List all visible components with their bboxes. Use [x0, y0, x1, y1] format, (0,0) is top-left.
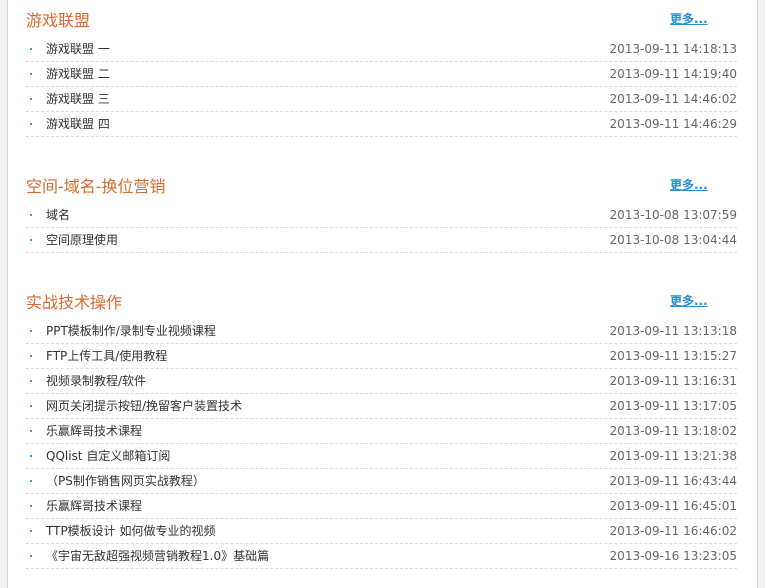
bullet-icon — [30, 430, 32, 432]
list-item[interactable]: FTP上传工具/使用教程 2013-09-11 13:15:27 — [26, 344, 737, 369]
item-time: 2013-09-11 13:17:05 — [609, 399, 737, 413]
list-item[interactable]: 《宇宙无敌超强视频营销教程1.0》基础篇 2013-09-16 13:23:05 — [26, 544, 737, 569]
item-time: 2013-09-11 14:18:13 — [609, 42, 737, 56]
item-time: 2013-09-11 13:18:02 — [609, 424, 737, 438]
more-link[interactable]: 更多... — [670, 11, 708, 27]
item-time: 2013-09-11 16:46:02 — [609, 524, 737, 538]
news-panel: 游戏联盟 更多... 游戏联盟 一 2013-09-11 14:18:13 游戏联… — [7, 0, 758, 588]
item-list: 域名 2013-10-08 13:07:59 空间原理使用 2013-10-08 1… — [26, 203, 737, 253]
bullet-icon — [30, 505, 32, 507]
bullet-icon — [30, 405, 32, 407]
list-item[interactable]: 游戏联盟 三 2013-09-11 14:46:02 — [26, 87, 737, 112]
item-title[interactable]: TTP模板设计 如何做专业的视频 — [46, 519, 216, 543]
bullet-icon — [30, 480, 32, 482]
bullet-icon — [30, 355, 32, 357]
item-title[interactable]: 视频录制教程/软件 — [46, 369, 146, 393]
item-title[interactable]: 游戏联盟 四 — [46, 112, 110, 136]
item-time: 2013-09-11 13:16:31 — [609, 374, 737, 388]
bullet-icon — [30, 555, 32, 557]
list-item[interactable]: QQlist 自定义邮箱订阅 2013-09-11 13:21:38 — [26, 444, 737, 469]
bullet-icon — [30, 330, 32, 332]
item-title[interactable]: 空间原理使用 — [46, 228, 118, 252]
list-item[interactable]: 视频录制教程/软件 2013-09-11 13:16:31 — [26, 369, 737, 394]
item-time: 2013-10-08 13:04:44 — [609, 233, 737, 247]
item-list: PPT模板制作/录制专业视频课程 2013-09-11 13:13:18 FTP上… — [26, 319, 737, 569]
item-title[interactable]: QQlist 自定义邮箱订阅 — [46, 444, 170, 468]
bullet-icon — [30, 214, 32, 216]
list-item[interactable]: 游戏联盟 四 2013-09-11 14:46:29 — [26, 112, 737, 137]
more-link[interactable]: 更多... — [670, 177, 708, 193]
item-time: 2013-09-11 14:46:29 — [609, 117, 737, 131]
item-title[interactable]: 乐赢辉哥技术课程 — [46, 419, 142, 443]
item-time: 2013-09-11 16:45:01 — [609, 499, 737, 513]
list-item[interactable]: 游戏联盟 二 2013-09-11 14:19:40 — [26, 62, 737, 87]
item-time: 2013-09-11 13:15:27 — [609, 349, 737, 363]
item-title[interactable]: 域名 — [46, 203, 70, 227]
item-time: 2013-09-11 13:21:38 — [609, 449, 737, 463]
list-item[interactable]: （PS制作销售网页实战教程） 2013-09-11 16:43:44 — [26, 469, 737, 494]
bullet-icon — [30, 380, 32, 382]
item-title[interactable]: （PS制作销售网页实战教程） — [46, 469, 205, 493]
item-time: 2013-09-11 14:19:40 — [609, 67, 737, 81]
list-item[interactable]: 乐赢辉哥技术课程 2013-09-11 16:45:01 — [26, 494, 737, 519]
bullet-icon — [30, 123, 32, 125]
bullet-icon — [30, 455, 32, 457]
item-time: 2013-09-16 13:23:05 — [609, 549, 737, 563]
bullet-icon — [30, 98, 32, 100]
list-item[interactable]: 域名 2013-10-08 13:07:59 — [26, 203, 737, 228]
item-time: 2013-09-11 14:46:02 — [609, 92, 737, 106]
list-item[interactable]: TTP模板设计 如何做专业的视频 2013-09-11 16:46:02 — [26, 519, 737, 544]
bullet-icon — [30, 48, 32, 50]
item-title[interactable]: FTP上传工具/使用教程 — [46, 344, 167, 368]
item-time: 2013-10-08 13:07:59 — [609, 208, 737, 222]
list-item[interactable]: 游戏联盟 一 2013-09-11 14:18:13 — [26, 37, 737, 62]
bullet-icon — [30, 530, 32, 532]
item-title[interactable]: 网页关闭提示按钮/挽留客户装置技术 — [46, 394, 242, 418]
bullet-icon — [30, 239, 32, 241]
list-item[interactable]: 乐赢辉哥技术课程 2013-09-11 13:18:02 — [26, 419, 737, 444]
list-item[interactable]: PPT模板制作/录制专业视频课程 2013-09-11 13:13:18 — [26, 319, 737, 344]
item-list: 游戏联盟 一 2013-09-11 14:18:13 游戏联盟 二 2013-09-… — [26, 37, 737, 137]
item-time: 2013-09-11 16:43:44 — [609, 474, 737, 488]
bullet-icon — [30, 73, 32, 75]
item-title[interactable]: 《宇宙无敌超强视频营销教程1.0》基础篇 — [46, 544, 269, 568]
item-time: 2013-09-11 13:13:18 — [609, 324, 737, 338]
item-title[interactable]: 游戏联盟 一 — [46, 37, 110, 61]
section-title: 游戏联盟 — [26, 11, 91, 30]
section-title: 实战技术操作 — [26, 293, 123, 312]
list-item[interactable]: 网页关闭提示按钮/挽留客户装置技术 2013-09-11 13:17:05 — [26, 394, 737, 419]
section-title: 空间-域名-换位营销 — [26, 177, 166, 196]
more-link[interactable]: 更多... — [670, 293, 708, 309]
item-title[interactable]: 游戏联盟 二 — [46, 62, 110, 86]
item-title[interactable]: 乐赢辉哥技术课程 — [46, 494, 142, 518]
item-title[interactable]: 游戏联盟 三 — [46, 87, 110, 111]
item-title[interactable]: PPT模板制作/录制专业视频课程 — [46, 319, 216, 343]
list-item[interactable]: 空间原理使用 2013-10-08 13:04:44 — [26, 228, 737, 253]
